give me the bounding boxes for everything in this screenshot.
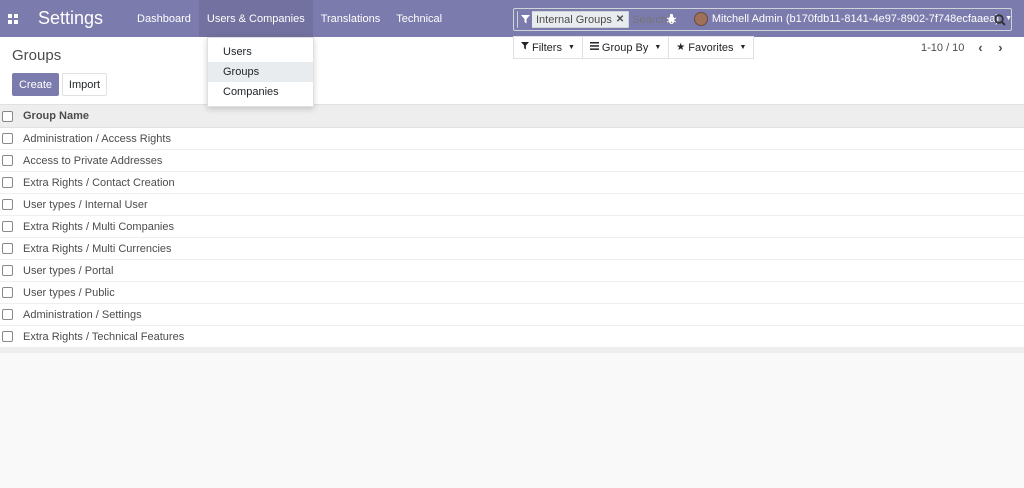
- close-icon[interactable]: ✕: [616, 14, 624, 25]
- main-menu: Dashboard Users & Companies Translations…: [129, 0, 450, 37]
- dropdown-item-companies[interactable]: Companies: [208, 82, 313, 102]
- table-row[interactable]: Administration / Settings: [0, 304, 1024, 326]
- favorites-button[interactable]: ★ Favorites ▼: [668, 36, 755, 59]
- row-checkbox[interactable]: [2, 133, 13, 144]
- group-name: Administration / Settings: [23, 308, 142, 321]
- chevron-down-icon: ▼: [654, 44, 662, 51]
- row-checkbox[interactable]: [2, 199, 13, 210]
- chevron-down-icon: ▼: [739, 44, 747, 51]
- search-facet: Internal Groups ✕: [517, 11, 630, 28]
- star-icon: ★: [676, 42, 686, 53]
- dropdown-item-users[interactable]: Users: [208, 42, 313, 62]
- pager-value[interactable]: 1-10 / 10: [921, 42, 964, 54]
- apps-menu-icon[interactable]: [0, 0, 26, 37]
- chevron-right-icon[interactable]: ›: [990, 40, 1010, 55]
- filters-button[interactable]: Filters ▼: [513, 36, 583, 59]
- dropdown-item-groups[interactable]: Groups: [208, 62, 313, 82]
- facet-value: Internal Groups: [536, 13, 612, 26]
- menu-users-companies[interactable]: Users & Companies: [198, 0, 313, 37]
- table-row[interactable]: User types / Internal User: [0, 194, 1024, 216]
- row-checkbox[interactable]: [2, 331, 13, 342]
- group-name: Access to Private Addresses: [23, 154, 163, 167]
- row-checkbox[interactable]: [2, 287, 13, 298]
- group-name: User types / Public: [23, 286, 115, 299]
- filters-label: Filters: [532, 41, 562, 54]
- search-icon[interactable]: [989, 9, 1011, 30]
- group-name: User types / Internal User: [23, 198, 148, 211]
- row-checkbox[interactable]: [2, 265, 13, 276]
- table-row[interactable]: Extra Rights / Multi Currencies: [0, 238, 1024, 260]
- favorites-label: Favorites: [688, 41, 734, 54]
- group-name: User types / Portal: [23, 264, 114, 277]
- table-row[interactable]: Access to Private Addresses: [0, 150, 1024, 172]
- row-checkbox[interactable]: [2, 177, 13, 188]
- app-title[interactable]: Settings: [38, 8, 103, 29]
- table-row[interactable]: Extra Rights / Technical Features: [0, 326, 1024, 348]
- group-by-button[interactable]: Group By ▼: [581, 36, 670, 59]
- group-name: Extra Rights / Technical Features: [23, 330, 185, 343]
- menu-technical[interactable]: Technical: [388, 0, 450, 37]
- filter-icon: [518, 11, 532, 28]
- table-row[interactable]: Extra Rights / Contact Creation: [0, 172, 1024, 194]
- users-companies-dropdown: Users Groups Companies: [207, 37, 314, 107]
- list-header: Group Name: [0, 105, 1024, 128]
- column-header-group-name[interactable]: Group Name: [23, 110, 89, 122]
- list-footer: [0, 348, 1024, 353]
- row-checkbox[interactable]: [2, 243, 13, 254]
- table-row[interactable]: Administration / Access Rights: [0, 128, 1024, 150]
- pager: 1-10 / 10 ‹ ›: [921, 36, 1010, 59]
- group-by-label: Group By: [601, 41, 649, 54]
- select-all-checkbox[interactable]: [2, 110, 13, 122]
- group-name: Extra Rights / Multi Currencies: [23, 242, 172, 255]
- groups-list: Group Name Administration / Access Right…: [0, 105, 1024, 353]
- chevron-left-icon[interactable]: ‹: [970, 40, 990, 55]
- menu-dashboard[interactable]: Dashboard: [129, 0, 199, 37]
- search-input[interactable]: [629, 13, 989, 26]
- row-checkbox[interactable]: [2, 309, 13, 320]
- create-button[interactable]: Create: [12, 73, 59, 96]
- table-row[interactable]: Extra Rights / Multi Companies: [0, 216, 1024, 238]
- group-name: Administration / Access Rights: [23, 132, 171, 145]
- row-checkbox[interactable]: [2, 221, 13, 232]
- chevron-down-icon: ▼: [567, 44, 575, 51]
- table-row[interactable]: User types / Portal: [0, 260, 1024, 282]
- import-button[interactable]: Import: [62, 73, 107, 96]
- search-options: Filters ▼ Group By ▼ ★ Favorites ▼: [513, 36, 755, 59]
- bars-icon: [589, 42, 599, 53]
- search-bar: Internal Groups ✕: [513, 8, 1012, 31]
- group-name: Extra Rights / Multi Companies: [23, 220, 174, 233]
- table-row[interactable]: User types / Public: [0, 282, 1024, 304]
- breadcrumb: Groups: [12, 47, 62, 64]
- row-checkbox[interactable]: [2, 155, 13, 166]
- group-name: Extra Rights / Contact Creation: [23, 176, 175, 189]
- menu-translations[interactable]: Translations: [313, 0, 389, 37]
- control-panel: Groups Create Import: [0, 37, 1024, 105]
- filter-icon: [521, 42, 529, 53]
